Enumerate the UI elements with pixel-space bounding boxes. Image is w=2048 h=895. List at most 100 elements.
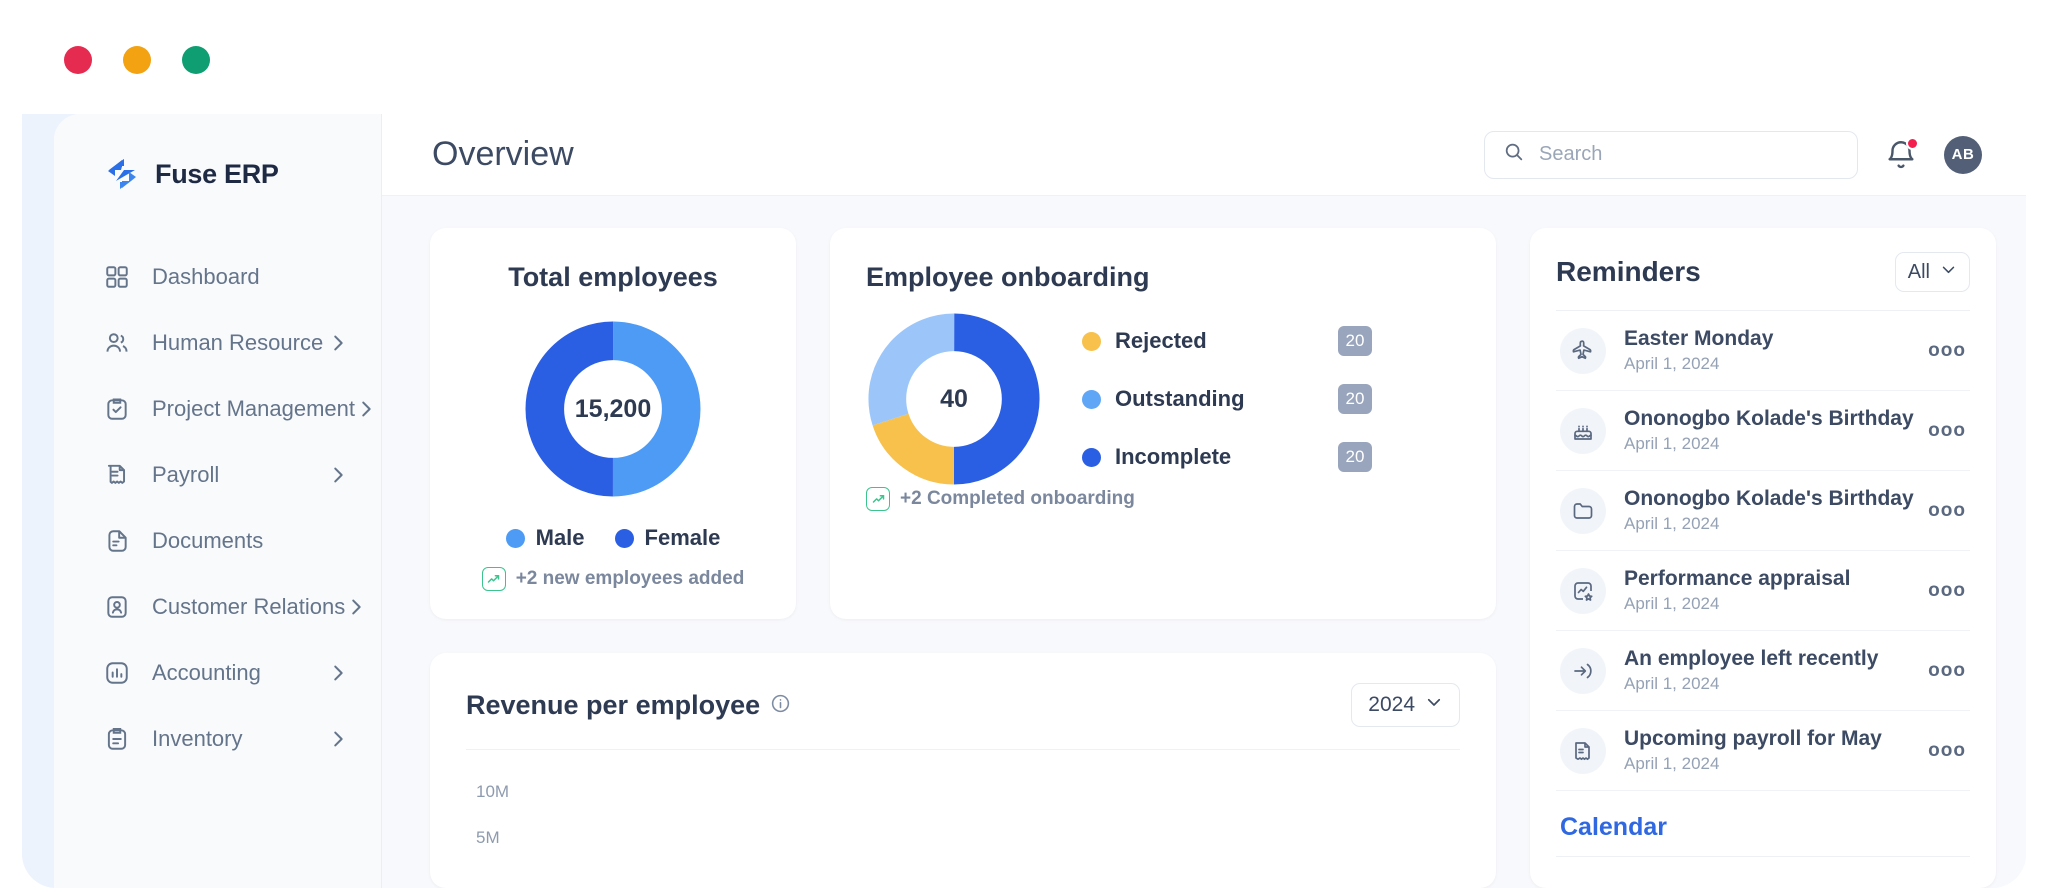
sidebar-item-label: Customer Relations xyxy=(152,594,346,619)
onboarding-chart: 40 xyxy=(866,311,1042,487)
legend-label: Outstanding xyxy=(1115,386,1245,411)
clipboard-list-icon xyxy=(102,724,132,754)
stat-cards-row: Total employees 15,200 Male Female +2 ne… xyxy=(430,228,1496,619)
legend-item: Outstanding 20 xyxy=(1082,384,1372,414)
reminder-name: Ononogbo Kolade's Birthday xyxy=(1624,487,1914,510)
note-text: +2 Completed onboarding xyxy=(900,488,1135,509)
note-text: +2 new employees added xyxy=(515,568,745,589)
reminder-item[interactable]: Ononogbo Kolade's Birthday April 1, 2024… xyxy=(1556,471,1970,551)
trend-up-icon xyxy=(481,567,506,591)
maximize-window-button[interactable] xyxy=(182,46,210,74)
divider xyxy=(466,749,1460,750)
reminder-more-button[interactable]: ooo xyxy=(1928,580,1966,602)
year-select[interactable]: 2024 xyxy=(1351,683,1460,727)
legend-swatch xyxy=(1082,389,1101,409)
app-root: Fuse ERP Dashboard Human Resource Projec… xyxy=(0,0,2048,895)
search-input[interactable] xyxy=(1539,143,1839,166)
reminder-date: April 1, 2024 xyxy=(1624,594,1720,613)
clipboard-check-icon xyxy=(102,394,132,424)
window-titlebar xyxy=(22,8,2026,114)
chevron-down-icon xyxy=(1425,693,1443,717)
notifications-button[interactable] xyxy=(1884,136,1919,172)
sidebar-item-label: Project Management xyxy=(152,396,355,421)
reminder-name: Performance appraisal xyxy=(1624,567,1851,590)
sidebar-item-label: Documents xyxy=(152,528,264,553)
airplane-icon xyxy=(1560,327,1606,374)
onboarding-body: 40 Rejected 20 Outstanding 20 Incomplete… xyxy=(866,311,1460,487)
reminder-date: April 1, 2024 xyxy=(1624,674,1720,693)
revenue-header: Revenue per employee 2024 xyxy=(466,683,1460,727)
sidebar-item-project-management[interactable]: Project Management xyxy=(54,376,381,442)
chevron-right-icon xyxy=(327,728,349,750)
brand[interactable]: Fuse ERP xyxy=(54,146,381,202)
cake-icon xyxy=(1560,407,1606,454)
reminder-text: Upcoming payroll for May April 1, 2024 xyxy=(1624,727,1882,774)
trend-up-icon xyxy=(866,487,890,511)
legend-item: Female xyxy=(614,525,721,551)
topbar-actions: AB xyxy=(1484,130,1982,179)
calendar-section-header[interactable]: Calendar xyxy=(1556,791,1970,856)
window-controls xyxy=(64,46,210,74)
reminder-more-button[interactable]: ooo xyxy=(1928,500,1966,522)
legend-swatch xyxy=(1082,447,1101,467)
legend-label: Incomplete xyxy=(1115,444,1232,469)
total-employees-card: Total employees 15,200 Male Female +2 ne… xyxy=(430,228,796,619)
legend-count-badge: 20 xyxy=(1338,384,1372,414)
browser-window: Fuse ERP Dashboard Human Resource Projec… xyxy=(22,8,2026,888)
page-title: Overview xyxy=(432,135,574,173)
sidebar-item-documents[interactable]: Documents xyxy=(54,508,381,574)
reminder-item[interactable]: Easter Monday April 1, 2024 ooo xyxy=(1556,311,1970,391)
main-region: Overview Search AB Total employees 15,20… xyxy=(382,114,2026,888)
legend-label: Rejected xyxy=(1115,328,1207,353)
reminder-text: Ononogbo Kolade's Birthday April 1, 2024 xyxy=(1624,487,1914,534)
reminders-filter-select[interactable]: All xyxy=(1894,252,1970,292)
search-box[interactable] xyxy=(1484,130,1858,179)
legend-swatch xyxy=(1082,331,1101,351)
reminder-date: April 1, 2024 xyxy=(1624,354,1720,373)
reminder-more-button[interactable]: ooo xyxy=(1928,420,1966,442)
onboarding-note: +2 Completed onboarding xyxy=(866,487,1460,511)
minimize-window-button[interactable] xyxy=(123,46,151,74)
onboarding-title: Employee onboarding xyxy=(866,262,1150,292)
close-window-button[interactable] xyxy=(64,46,92,74)
revenue-title: Revenue per employee xyxy=(466,689,761,720)
avatar[interactable]: AB xyxy=(1944,135,1982,174)
y-axis-tick: 5M xyxy=(476,828,500,847)
onboarding-legend: Rejected 20 Outstanding 20 Incomplete 20 xyxy=(1082,326,1372,472)
bar-chart-icon xyxy=(102,658,132,688)
reminder-item[interactable]: Ononogbo Kolade's Birthday April 1, 2024… xyxy=(1556,391,1970,471)
divider xyxy=(1556,856,1970,857)
legend-swatch xyxy=(505,528,525,548)
chevron-right-icon xyxy=(345,596,367,618)
sidebar-nav: Dashboard Human Resource Project Managem… xyxy=(54,244,381,772)
dashboard-right-column: Reminders All Easter Monday April 1, 202… xyxy=(1530,228,1996,888)
sidebar-item-customer-relations[interactable]: Customer Relations xyxy=(54,574,381,640)
sidebar-item-inventory[interactable]: Inventory xyxy=(54,706,381,772)
document-icon xyxy=(102,526,132,556)
legend-swatch xyxy=(614,528,634,548)
topbar: Overview Search AB xyxy=(382,114,2026,196)
sidebar-item-label: Accounting xyxy=(152,660,261,685)
dashboard-content: Total employees 15,200 Male Female +2 ne… xyxy=(382,196,2026,888)
reminder-item[interactable]: Upcoming payroll for May April 1, 2024 o… xyxy=(1556,711,1970,791)
reminder-more-button[interactable]: ooo xyxy=(1928,340,1966,362)
info-icon[interactable] xyxy=(770,690,791,721)
legend-label: Female xyxy=(644,525,721,550)
sidebar-item-accounting[interactable]: Accounting xyxy=(54,640,381,706)
sidebar-item-human-resource[interactable]: Human Resource xyxy=(54,310,381,376)
revenue-title-wrap: Revenue per employee xyxy=(466,690,791,721)
sidebar-item-dashboard[interactable]: Dashboard xyxy=(54,244,381,310)
folder-icon xyxy=(1560,487,1606,534)
year-select-value: 2024 xyxy=(1368,693,1415,716)
contact-card-icon xyxy=(102,592,132,622)
reminder-item[interactable]: Performance appraisal April 1, 2024 ooo xyxy=(1556,551,1970,631)
chevron-right-icon xyxy=(327,332,349,354)
sidebar-item-payroll[interactable]: Payroll xyxy=(54,442,381,508)
total-employees-chart: 15,200 xyxy=(450,319,776,499)
reminder-more-button[interactable]: ooo xyxy=(1928,740,1966,762)
reminders-title: Reminders xyxy=(1556,256,1701,287)
reminder-more-button[interactable]: ooo xyxy=(1928,660,1966,682)
reminder-item[interactable]: An employee left recently April 1, 2024 … xyxy=(1556,631,1970,711)
reminder-text: Ononogbo Kolade's Birthday April 1, 2024 xyxy=(1624,407,1914,454)
app-shell: Fuse ERP Dashboard Human Resource Projec… xyxy=(22,114,2026,888)
